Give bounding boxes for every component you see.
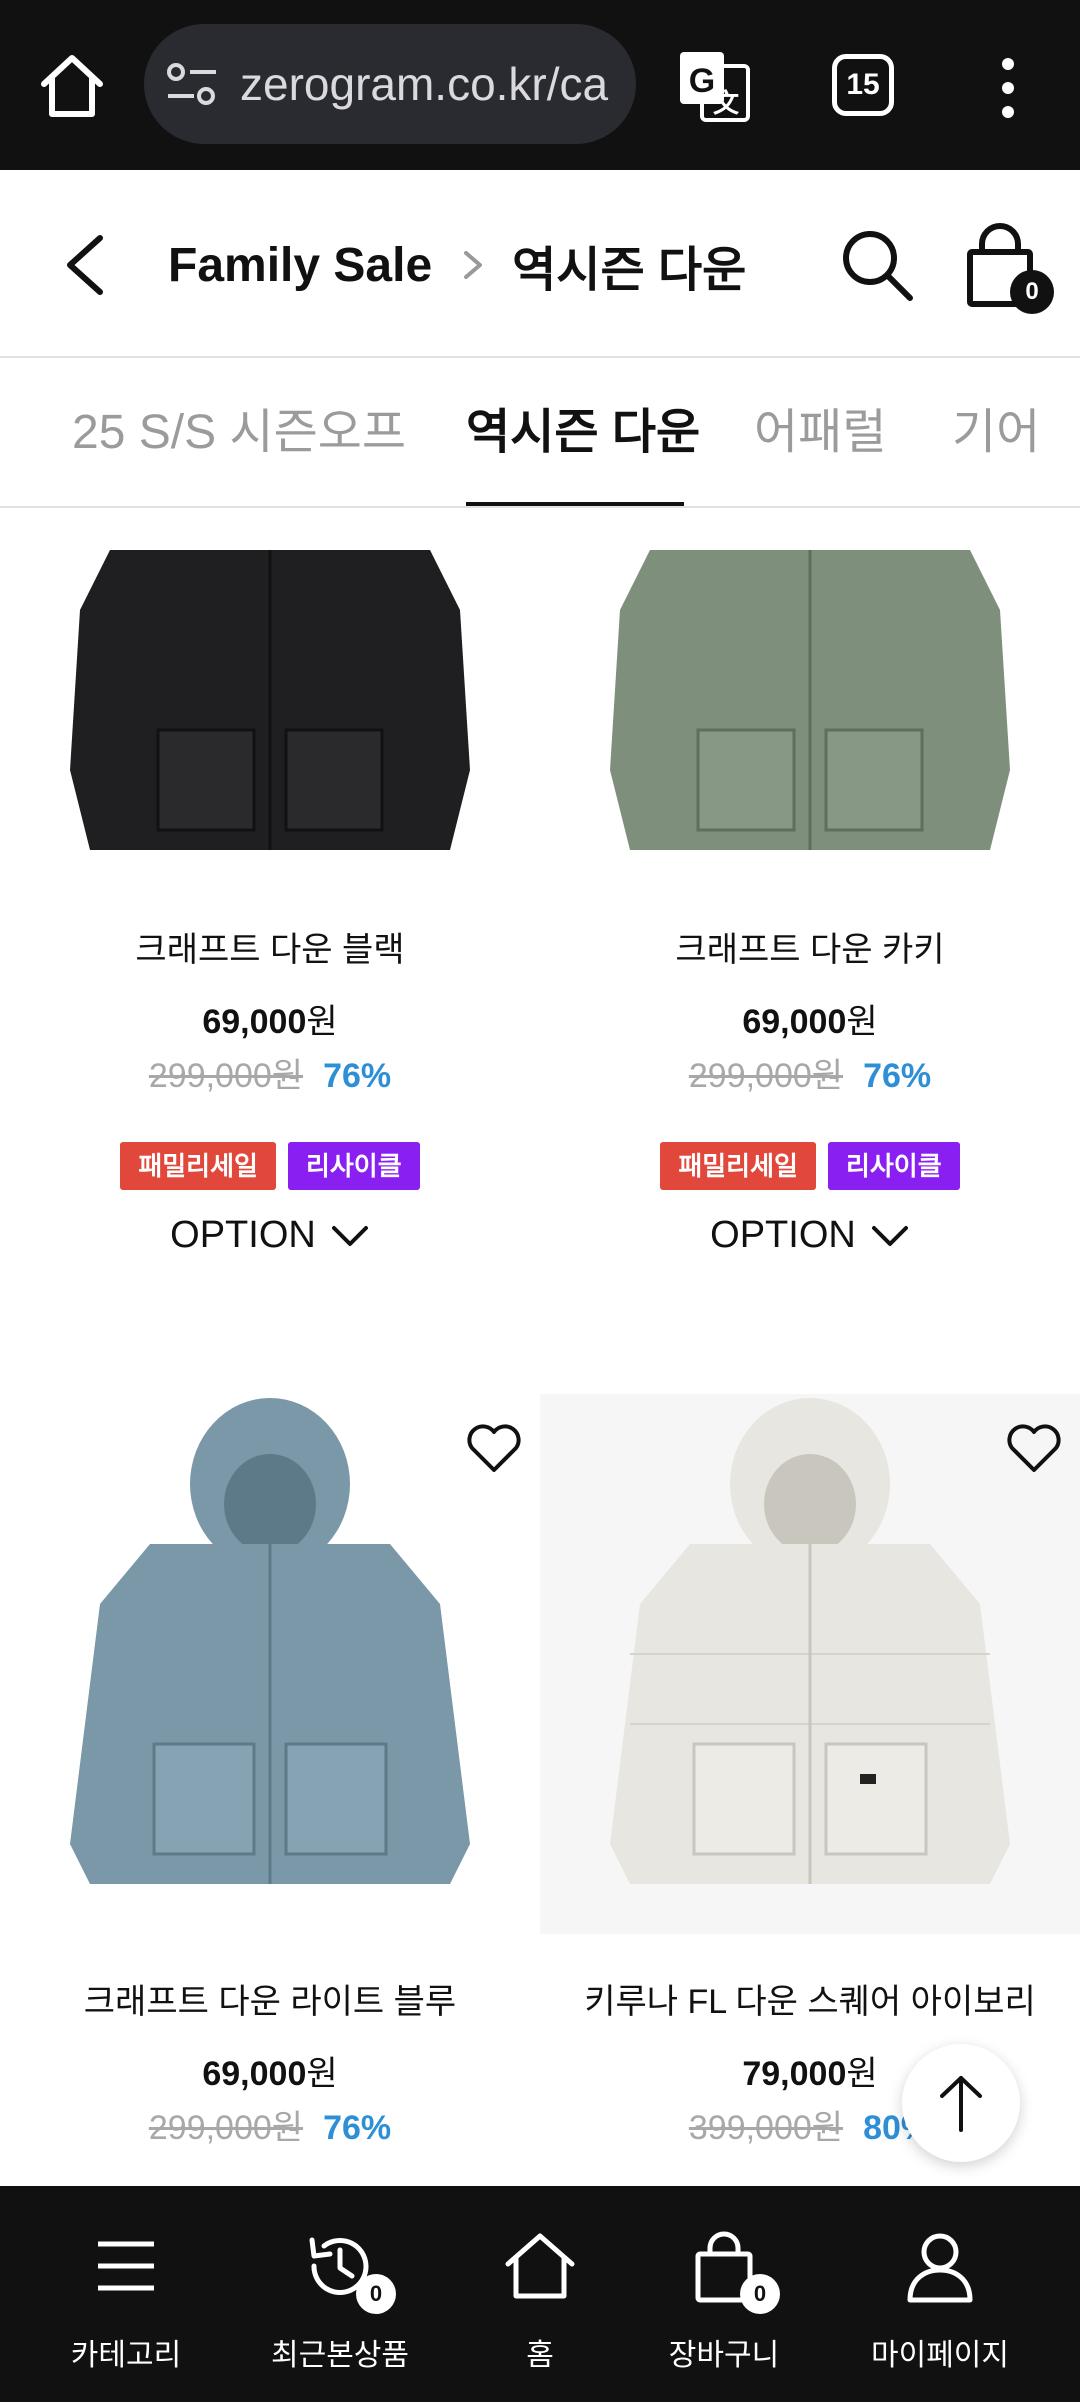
url-text: zerogram.co.kr/ca xyxy=(240,58,609,110)
product-price: 69,000원 xyxy=(742,1003,878,1041)
discount-rate: 76% xyxy=(323,2109,392,2147)
heart-icon[interactable] xyxy=(464,1420,524,1476)
tab-off-season-down[interactable]: 역시즌 다운 xyxy=(466,398,700,468)
cart-count-badge: 0 xyxy=(1010,270,1054,314)
product-image[interactable] xyxy=(540,550,1080,870)
nav-recent[interactable]: 0 최근본상품 xyxy=(240,2226,440,2376)
product-image[interactable] xyxy=(0,1394,540,1934)
nav-home[interactable]: 홈 xyxy=(440,2226,640,2376)
product-card[interactable]: 크래프트 다운 블랙 69,000원 299,000원 76% 패밀리세일 리사이… xyxy=(0,510,540,1310)
product-card[interactable]: 크래프트 다운 카키 69,000원 299,000원 76% 패밀리세일 리사이… xyxy=(540,510,1080,1310)
heart-icon[interactable] xyxy=(1004,1420,1064,1476)
cart-count-badge: 0 xyxy=(740,2274,780,2314)
chevron-down-icon xyxy=(331,1225,368,1246)
search-icon[interactable] xyxy=(836,224,916,304)
tab-switcher-button[interactable]: 15 xyxy=(832,54,894,116)
product-original-price: 299,000원 76% xyxy=(688,1057,932,1095)
translate-icon[interactable]: G 文 xyxy=(676,48,752,124)
address-bar[interactable]: zerogram.co.kr/ca xyxy=(144,24,636,144)
product-original-price: 299,000원 76% xyxy=(148,2109,392,2147)
option-label: OPTION xyxy=(170,1214,316,1256)
discount-rate: 76% xyxy=(863,1057,932,1095)
product-name[interactable]: 크래프트 다운 카키 xyxy=(540,922,1080,971)
user-icon xyxy=(907,2233,973,2303)
svg-text:G: G xyxy=(689,62,715,100)
product-tags: 패밀리세일 리사이클 xyxy=(0,1142,540,1190)
recent-count-badge: 0 xyxy=(356,2274,396,2314)
product-name[interactable]: 키루나 FL 다운 스퀘어 아이보리 xyxy=(540,1974,1080,2023)
bottom-nav: 카테고리 0 최근본상품 홈 0 장바구니 마이페이지 xyxy=(0,2186,1080,2402)
nav-home-label: 홈 xyxy=(526,2339,554,2372)
product-grid: 크래프트 다운 블랙 69,000원 299,000원 76% 패밀리세일 리사이… xyxy=(0,510,1080,2186)
site-header: Family Sale 역시즌 다운 0 xyxy=(0,170,1080,358)
breadcrumb-current: 역시즌 다운 xyxy=(512,244,747,297)
browser-home-icon[interactable] xyxy=(36,50,108,122)
menu-icon xyxy=(98,2241,154,2291)
product-original-price: 299,000원 76% xyxy=(148,1057,392,1095)
chevron-right-icon xyxy=(464,251,483,279)
product-price: 69,000원 xyxy=(202,1003,338,1041)
option-toggle[interactable]: OPTION xyxy=(540,1214,1080,1257)
nav-category-label: 카테고리 xyxy=(70,2339,182,2372)
family-sale-tag: 패밀리세일 xyxy=(660,1142,816,1190)
browser-menu-icon[interactable] xyxy=(996,56,1020,120)
option-label: OPTION xyxy=(710,1214,856,1256)
site-settings-icon[interactable] xyxy=(166,62,218,106)
browser-toolbar: zerogram.co.kr/ca G 文 15 xyxy=(0,0,1080,170)
product-name[interactable]: 크래프트 다운 블랙 xyxy=(0,922,540,971)
back-arrow-icon[interactable] xyxy=(56,230,116,300)
product-image[interactable] xyxy=(0,550,540,870)
product-price: 69,000원 xyxy=(202,2055,338,2093)
category-tabs: 25 S/S 시즌오프 역시즌 다운 어패럴 기어 xyxy=(0,358,1080,508)
nav-category[interactable]: 카테고리 xyxy=(26,2226,226,2376)
product-card[interactable]: 크래프트 다운 라이트 블루 69,000원 299,000원 76% xyxy=(0,1394,540,2186)
breadcrumb-root[interactable]: Family Sale xyxy=(168,238,432,293)
tab-count: 15 xyxy=(846,68,880,101)
active-tab-indicator xyxy=(466,502,684,506)
chevron-down-icon xyxy=(871,1225,908,1246)
product-image[interactable] xyxy=(540,1394,1080,1934)
product-name[interactable]: 크래프트 다운 라이트 블루 xyxy=(0,1974,540,2023)
nav-cart[interactable]: 0 장바구니 xyxy=(624,2226,824,2376)
scroll-top-button[interactable] xyxy=(902,2044,1020,2162)
arrow-up-icon xyxy=(940,2076,982,2132)
recycle-tag: 리사이클 xyxy=(827,1142,960,1190)
nav-cart-label: 장바구니 xyxy=(668,2339,780,2372)
breadcrumb: Family Sale 역시즌 다운 xyxy=(168,230,746,300)
svg-text:文: 文 xyxy=(713,88,740,119)
product-tags: 패밀리세일 리사이클 xyxy=(540,1142,1080,1190)
tab-apparel[interactable]: 어패럴 xyxy=(754,398,886,468)
nav-mypage-label: 마이페이지 xyxy=(871,2339,1009,2372)
recycle-tag: 리사이클 xyxy=(287,1142,420,1190)
nav-mypage[interactable]: 마이페이지 xyxy=(840,2226,1040,2376)
nav-recent-label: 최근본상품 xyxy=(271,2339,409,2372)
tab-season-off[interactable]: 25 S/S 시즌오프 xyxy=(72,398,406,468)
tab-gear[interactable]: 기어 xyxy=(952,398,1040,468)
home-icon xyxy=(505,2233,575,2299)
discount-rate: 76% xyxy=(323,1057,392,1095)
family-sale-tag: 패밀리세일 xyxy=(120,1142,276,1190)
option-toggle[interactable]: OPTION xyxy=(0,1214,540,1257)
